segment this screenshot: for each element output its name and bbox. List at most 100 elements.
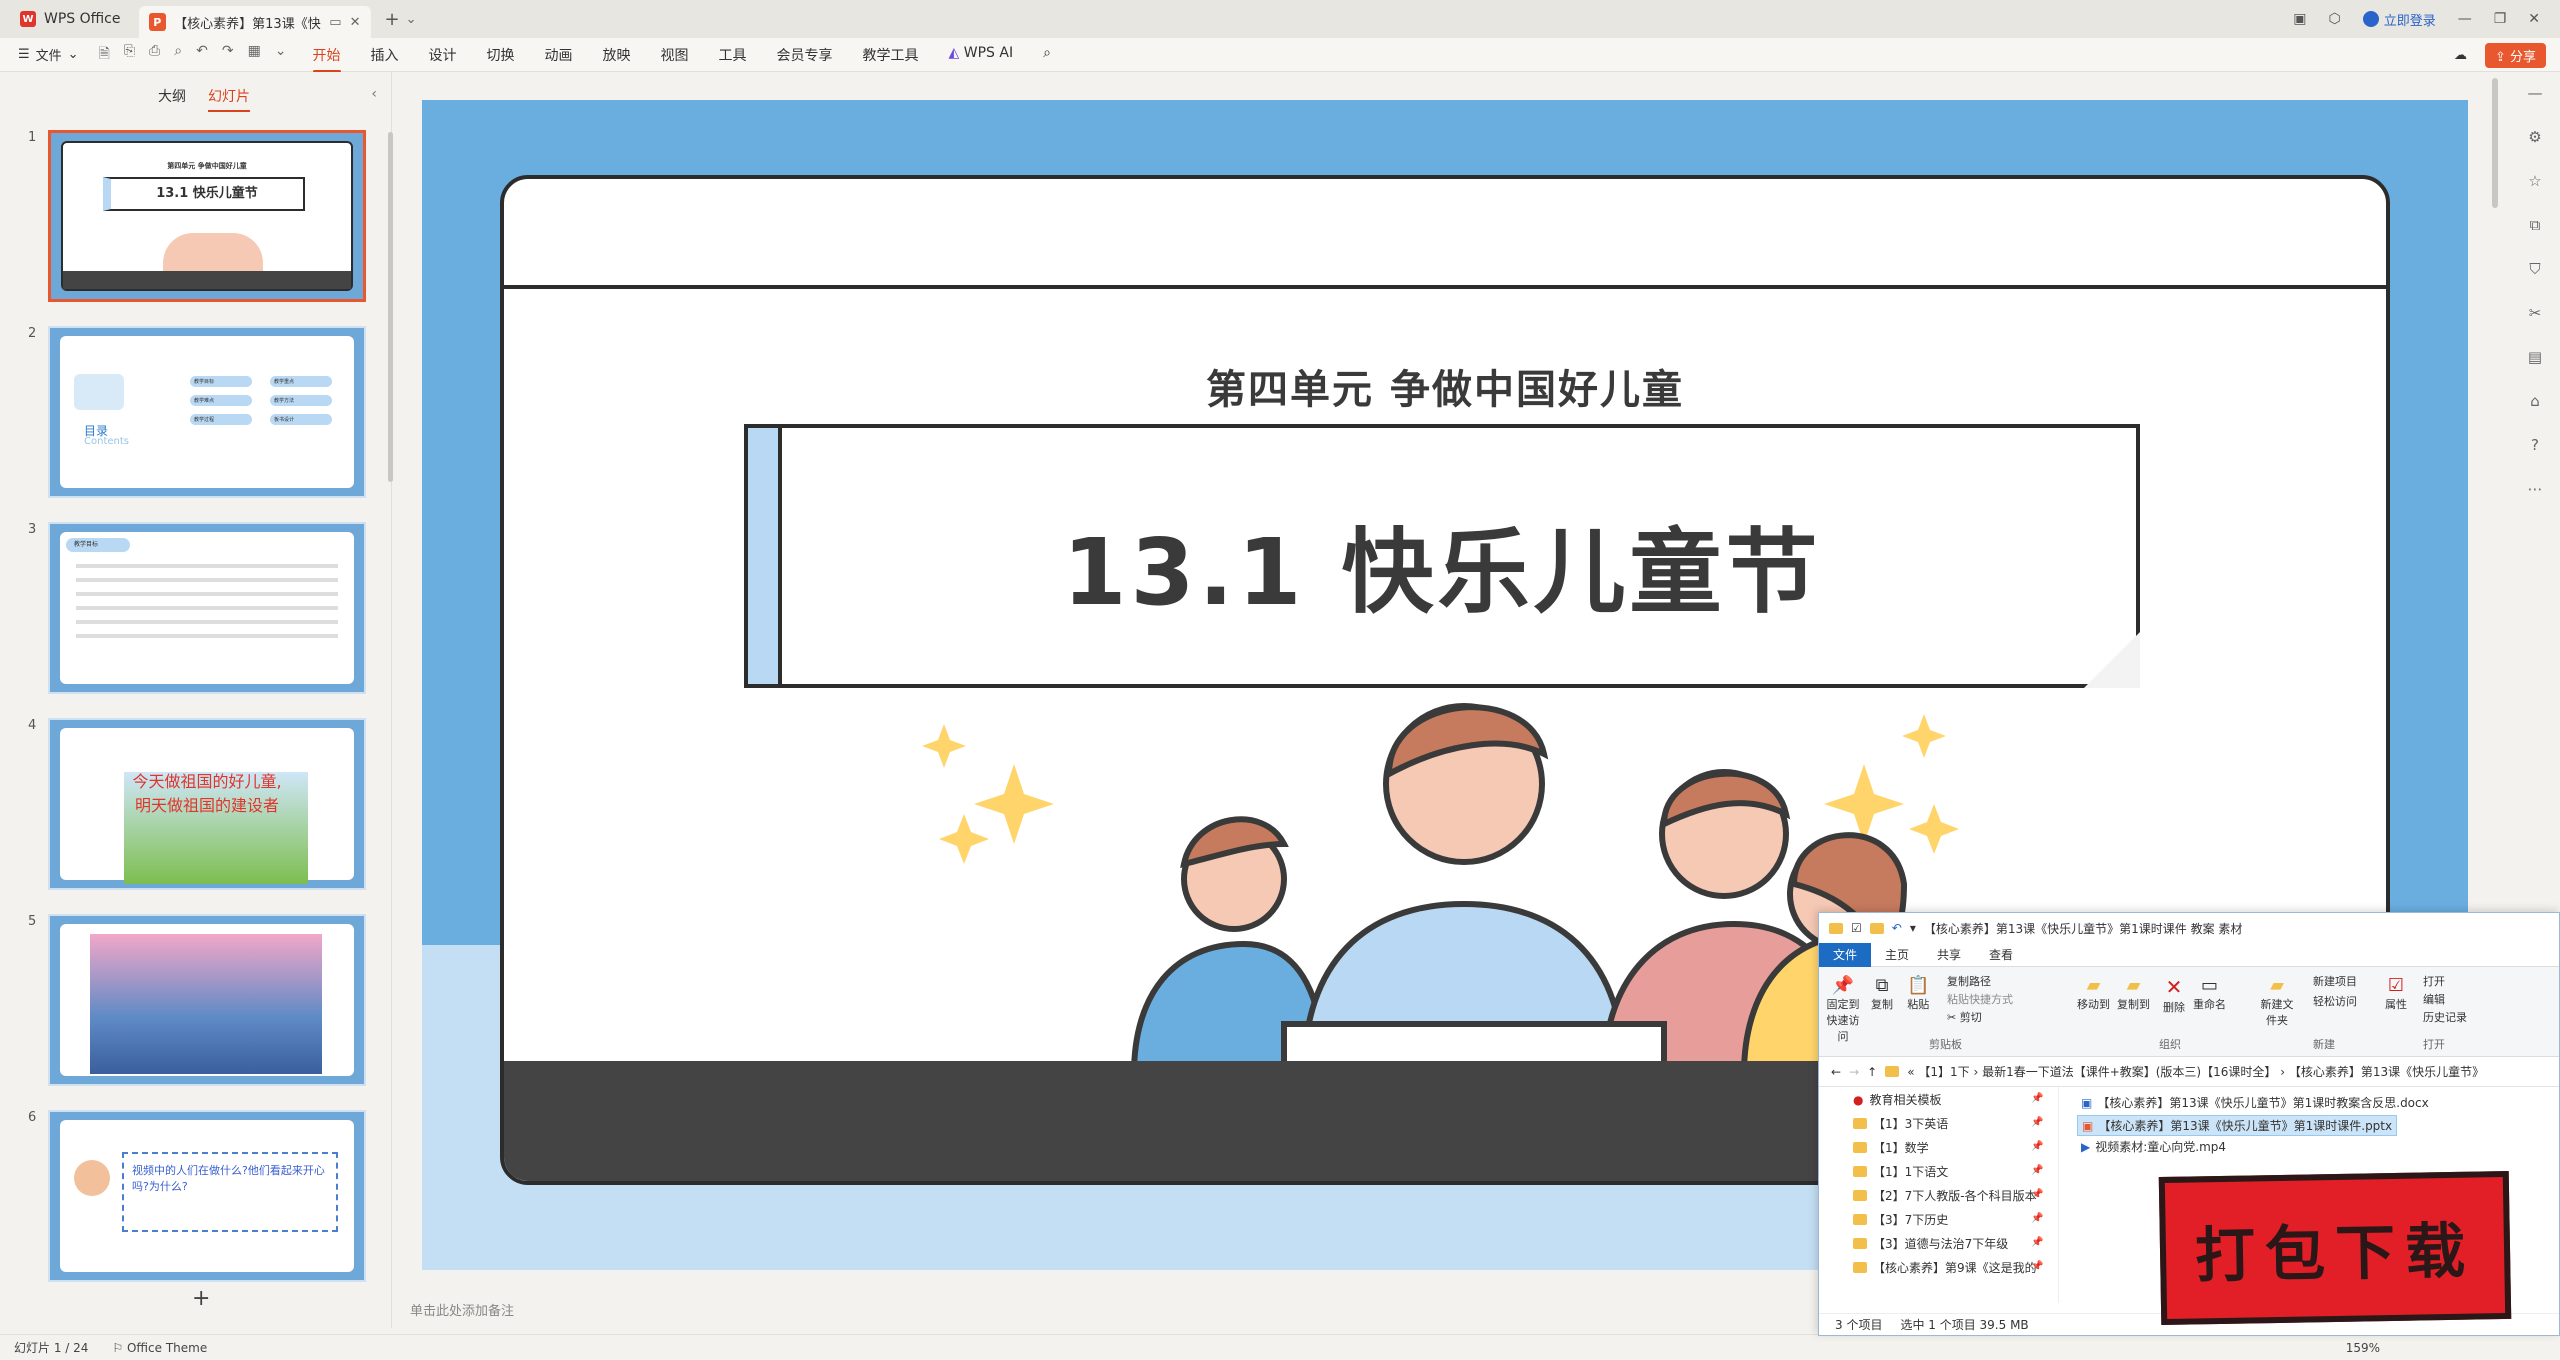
pin-icon[interactable]: 📌 [2031,1261,2043,1272]
explorer-tab-share[interactable]: 共享 [1923,946,1975,963]
new-folder-icon[interactable] [1869,922,1884,934]
thumbnail-scrollbar[interactable] [388,132,393,482]
menu-home[interactable]: 开始 [312,45,341,73]
rename-button[interactable]: ▭ 重命名 [2193,975,2226,1012]
tab-outline[interactable]: 大纲 [158,86,186,106]
undo-icon[interactable]: ↶ [1892,921,1902,935]
theme-name[interactable]: ⚐ Office Theme [112,1341,207,1355]
pin-quick-access-button[interactable]: 📌 固定到快速访问 [1823,975,1863,1044]
open-button[interactable]: 打开 [2423,973,2445,989]
address-bar[interactable]: ← → ↑ « 【1】1下 › 最新1春一下道法【课件+教案】(版本三)【16课… [1819,1057,2559,1087]
document-tab[interactable]: P 【核心素养】第13课《快乐儿 ▭ ✕ [138,6,371,38]
breadcrumb-3[interactable]: 【核心素养】第13课《快乐儿童节》 [2289,1065,2484,1079]
layout-icon[interactable]: ▣ [2293,11,2306,27]
nav-item[interactable]: 【3】道德与法治7下年级 [1853,1235,2008,1252]
new-item-button[interactable]: 新建项目 [2313,973,2357,989]
breadcrumb-1[interactable]: 【1】1下 [1918,1065,1969,1079]
canvas-scrollbar[interactable] [2492,78,2498,208]
back-icon[interactable]: ← [1831,1065,1841,1079]
slide-thumbnail-6[interactable]: 视频中的人们在做什么?他们看起来开心吗?为什么? [48,1110,366,1282]
shield-icon[interactable]: ⛉ [2529,260,2540,278]
print-icon[interactable]: ⎙ [149,43,160,67]
new-folder-button[interactable]: ▰ 新建文件夹 [2259,975,2295,1028]
notes-placeholder[interactable]: 单击此处添加备注 [410,1300,514,1319]
tools-icon[interactable]: ✂ [2529,304,2542,322]
pin-icon[interactable]: 📌 [2031,1165,2043,1176]
explorer-tab-file[interactable]: 文件 [1819,942,1872,967]
close-window-icon[interactable]: ✕ [2528,11,2540,27]
edit-button[interactable]: 编辑 [2423,991,2445,1007]
slide-subtitle[interactable]: 第四单元 争做中国好儿童 [504,357,2386,415]
window-icon[interactable]: ▭ [329,15,341,30]
nav-item[interactable]: 【2】7下人教版-各个科目版本 [1853,1187,2043,1204]
menu-insert[interactable]: 插入 [371,45,399,65]
menu-teaching-tools[interactable]: 教学工具 [863,45,919,65]
file-item[interactable]: ▶ 视频素材:童心向党.mp4 [2077,1137,2230,1156]
slide-thumbnail-2[interactable]: 目录 Contents 教学目标 教学重点 教学难点 教学方法 教学过程 板书设… [48,326,366,498]
nav-item[interactable]: 【1】3下英语 [1853,1115,1948,1132]
book-icon[interactable]: ▤ [2528,348,2542,366]
copy-path-button[interactable]: 复制路径 [1947,973,1991,989]
slide-thumbnail-5[interactable] [48,914,366,1086]
download-stamp[interactable]: 打包下载 [2158,1170,2512,1326]
paste-shortcut-button[interactable]: 粘贴快捷方式 [1947,991,2013,1007]
settings-icon[interactable]: ⚙ [2528,128,2541,146]
save-icon[interactable]: 🗎 [99,43,110,67]
copy-button[interactable]: ⧉ 复制 [1871,975,1893,1012]
minus-icon[interactable]: — [2528,84,2543,102]
chevron-down-icon[interactable]: ⌄ [406,12,417,27]
nav-item[interactable]: 【1】1下语文 [1853,1163,1948,1180]
preview-icon[interactable]: ⌕ [174,43,182,67]
menu-slideshow[interactable]: 放映 [603,45,631,65]
slide-thumbnail-4[interactable]: 今天做祖国的好儿童, 明天做祖国的建设者 [48,718,366,890]
forward-icon[interactable]: → [1849,1065,1859,1079]
nav-item[interactable]: 【3】7下历史 [1853,1211,1948,1228]
nav-item[interactable]: ● 教育相关模板 [1853,1091,1942,1108]
nav-item[interactable]: 【1】数学 [1853,1139,1929,1156]
easy-access-button[interactable]: 轻松访问 [2313,993,2357,1009]
menu-tools[interactable]: 工具 [719,45,747,65]
menu-design[interactable]: 设计 [429,45,457,65]
pin-icon[interactable]: 📌 [2031,1189,2043,1200]
properties-button[interactable]: ☑ 属性 [2385,975,2407,1012]
pin-icon[interactable]: 📌 [2031,1213,2043,1224]
wps-home-tab[interactable]: W WPS Office [0,0,139,38]
file-item-selected[interactable]: ▣ 【核心素养】第13课《快乐儿童节》第1课时课件.pptx [2077,1115,2398,1136]
collapse-panel-icon[interactable]: ‹ [371,86,377,102]
star-icon[interactable]: ☆ [2528,172,2541,190]
zoom-level[interactable]: 159% [2346,1341,2380,1355]
slide-thumbnail-3[interactable]: 教学目标 [48,522,366,694]
move-to-button[interactable]: ▰ 移动到 [2077,975,2110,1012]
pin-icon[interactable]: 📌 [2031,1237,2043,1248]
minimize-icon[interactable]: — [2458,11,2472,27]
cube-icon[interactable]: ⬡ [2328,11,2340,27]
slide-title-box[interactable]: 13.1 快乐儿童节 [744,424,2140,688]
pin-icon[interactable]: 📌 [2031,1141,2043,1152]
redo-icon[interactable]: ↷ [222,43,234,67]
cloud-sync-icon[interactable]: ☁ [2454,48,2467,63]
file-menu-button[interactable]: ☰ 文件 ⌄ [0,45,93,64]
breadcrumb-2[interactable]: 最新1春一下道法【课件+教案】(版本三)【16课时全】 [1982,1065,2276,1079]
add-slide-button[interactable]: + [192,1286,210,1311]
menu-wps-ai[interactable]: ◭ WPS AI [949,45,1014,65]
qa-chevron-icon[interactable]: ▾ [1910,921,1916,935]
format-painter-icon[interactable]: ▦ [248,43,261,67]
delete-button[interactable]: ✕ 删除 [2163,975,2185,1015]
tag-icon[interactable]: ⌂ [2530,392,2540,410]
more-icon[interactable]: ⋯ [2528,480,2543,498]
explorer-tab-home[interactable]: 主页 [1871,946,1923,963]
tab-slides[interactable]: 幻灯片 [208,86,250,112]
slide-thumbnail-1[interactable]: 第四单元 争做中国好儿童 13.1 快乐儿童节 [48,130,366,302]
more-chevron-icon[interactable]: ⌄ [275,43,287,67]
search-icon[interactable]: ⌕ [1043,45,1051,65]
menu-view[interactable]: 视图 [661,45,689,65]
nav-item[interactable]: 【核心素养】第9课《这是我的 [1853,1259,2043,1276]
undo-icon[interactable]: ↶ [196,43,208,67]
copy-to-button[interactable]: ▰ 复制到 [2117,975,2150,1012]
menu-animation[interactable]: 动画 [545,45,573,65]
copy-icon[interactable]: ⧉ [2530,216,2541,234]
cut-button[interactable]: ✂ 剪切 [1947,1009,1982,1025]
menu-transitions[interactable]: 切换 [487,45,515,65]
explorer-tab-view[interactable]: 查看 [1975,946,2027,963]
pin-icon[interactable]: 📌 [2031,1117,2043,1128]
